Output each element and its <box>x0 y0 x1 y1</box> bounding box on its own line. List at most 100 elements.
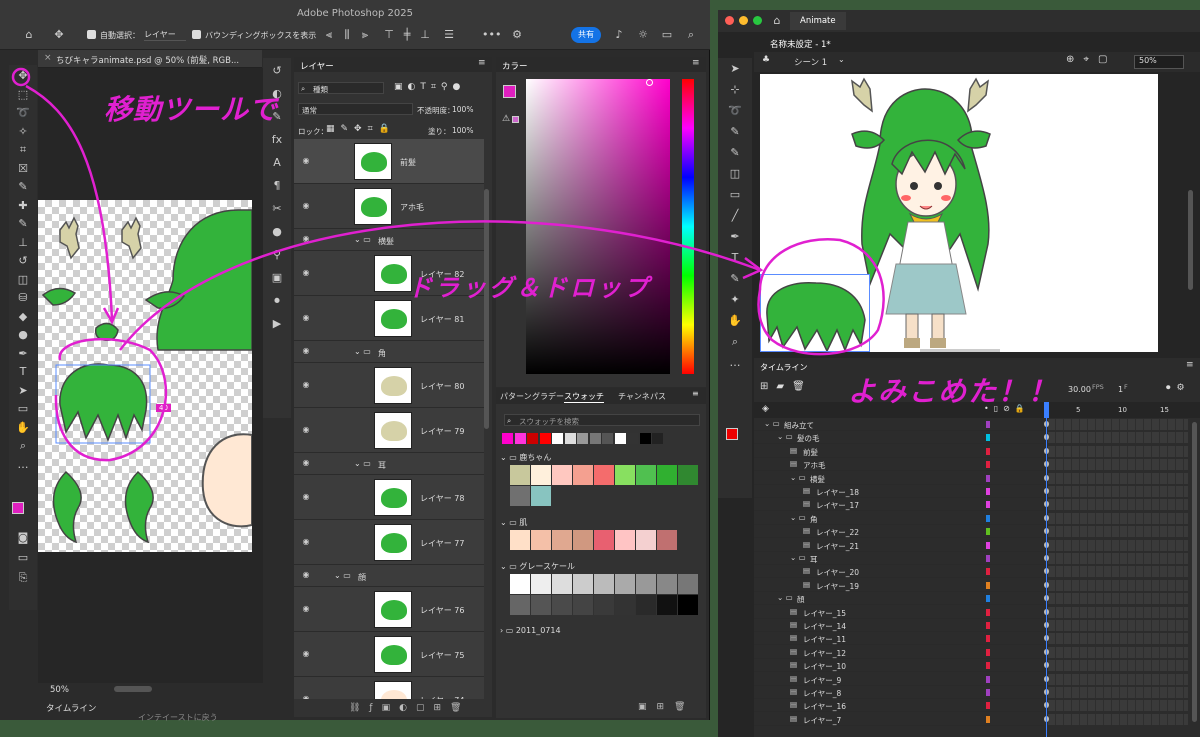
visibility-eye-icon[interactable]: ◉ <box>300 313 312 322</box>
layer-color-marker[interactable] <box>986 555 990 562</box>
layer-color-marker[interactable] <box>986 648 990 656</box>
timeline-layer-row[interactable]: ▤ レイヤー_14 <box>754 619 1188 632</box>
swatch[interactable] <box>510 595 530 615</box>
layer-color-marker[interactable] <box>986 501 990 509</box>
swatch[interactable] <box>678 595 698 615</box>
timeline-icon[interactable]: ⏺ <box>270 294 284 308</box>
layer-color-marker[interactable] <box>986 474 990 482</box>
swatch[interactable] <box>573 574 593 594</box>
frame-cells[interactable] <box>1048 566 1188 578</box>
bucket-icon[interactable]: ⛁ <box>16 291 30 305</box>
layer-color-marker[interactable] <box>986 595 990 603</box>
layer-row[interactable]: ◉ レイヤー 75 <box>294 632 484 677</box>
color-picker-ring[interactable] <box>646 79 653 86</box>
layer-icon[interactable]: ▤ <box>790 714 797 723</box>
ps-document-canvas[interactable]: 40 <box>38 200 252 552</box>
pin-icon[interactable]: ✦ <box>728 293 742 307</box>
swatch-group-header[interactable]: › ▭ 2011_0714 <box>500 626 561 635</box>
quick-mask-icon[interactable]: ◙ <box>16 531 30 545</box>
swatch[interactable] <box>636 530 656 550</box>
visibility-eye-icon[interactable]: ◉ <box>300 537 312 546</box>
layer-color-marker[interactable] <box>986 514 990 522</box>
blend-mode-select[interactable]: 通常 <box>298 103 413 115</box>
folder-icon[interactable]: ⌄ ▭ <box>334 571 351 580</box>
dodge-icon[interactable]: ● <box>16 328 30 342</box>
fps-value[interactable]: 30.00 <box>1068 385 1091 394</box>
layer-color-marker[interactable] <box>986 461 990 469</box>
folder-icon[interactable]: ⌄ ▭ <box>790 513 806 522</box>
swatch[interactable] <box>589 433 601 444</box>
foreground-color[interactable] <box>12 502 24 514</box>
timeline-folder-row[interactable]: ⌄ ▭ 耳 <box>754 552 1188 565</box>
layer-color-marker[interactable] <box>986 447 990 455</box>
tools-icon[interactable]: ✂ <box>270 202 284 216</box>
swatch[interactable] <box>602 433 613 444</box>
bbox-checkbox[interactable] <box>192 30 201 39</box>
chevron-down-icon[interactable]: ⌄ <box>838 55 845 64</box>
hand-icon[interactable]: ✋ <box>728 314 742 328</box>
ps-zoom-label[interactable]: 50% <box>50 685 69 695</box>
timeline-layer-row[interactable]: ▤ レイヤー_12 <box>754 646 1188 659</box>
swatch[interactable] <box>636 595 656 615</box>
stamp-icon[interactable]: ⊥ <box>16 236 30 250</box>
share-button[interactable]: 共有 <box>571 27 601 43</box>
timeline-layer-row[interactable]: ▤ レイヤー_10 <box>754 659 1188 673</box>
scene-label[interactable]: シーン 1 <box>794 56 827 68</box>
lasso-icon[interactable]: ➰ <box>728 104 742 118</box>
layers-footer-icons[interactable]: ⛓ƒ▣◐▢⊞🗑 <box>349 703 470 713</box>
layer-color-marker[interactable] <box>986 635 990 643</box>
folder-icon[interactable]: ⌄ ▭ <box>354 347 371 356</box>
timeline-layer-row[interactable]: ▤ アホ毛 <box>754 458 1188 472</box>
layer-color-marker[interactable] <box>986 715 990 723</box>
swatch[interactable] <box>573 530 593 550</box>
align-center-icon[interactable]: ⫼ <box>340 28 354 42</box>
frame-cells[interactable] <box>1048 713 1188 725</box>
ps-h-scrollbar[interactable] <box>114 686 152 692</box>
swatch[interactable] <box>657 595 677 615</box>
current-frame[interactable]: 1 <box>1118 385 1123 394</box>
swatch[interactable] <box>615 530 635 550</box>
folder-icon[interactable]: ⌄ ▭ <box>790 473 806 482</box>
swatch[interactable] <box>678 574 698 594</box>
imported-bangs-preview[interactable] <box>760 274 870 352</box>
swatch[interactable] <box>594 595 614 615</box>
animate-zoom-select[interactable]: 50% <box>1134 55 1184 69</box>
visibility-eye-icon[interactable]: ◉ <box>300 604 312 613</box>
layer-icon[interactable]: ▤ <box>803 540 810 549</box>
bell-icon[interactable]: ♪ <box>612 28 626 42</box>
layer-filter-icons[interactable]: ▣◐T⌗⚲● <box>394 82 465 92</box>
frame-cells[interactable] <box>1048 472 1188 484</box>
layer-icon[interactable]: ▤ <box>803 580 810 589</box>
swatches-menu-icon[interactable]: ≡ <box>692 389 699 398</box>
layer-color-marker[interactable] <box>986 608 990 616</box>
layer-icon[interactable]: ▤ <box>803 526 810 535</box>
auto-select-dropdown[interactable]: レイヤー <box>144 29 186 41</box>
layer-color-marker[interactable] <box>986 488 990 495</box>
swatches-tab-2[interactable]: スウォッチ <box>564 391 604 403</box>
swatch-group-header[interactable]: ⌄ ▭ グレースケール <box>500 561 575 572</box>
swatch[interactable] <box>594 530 614 550</box>
minimize-window-button[interactable] <box>739 16 748 25</box>
layer-group-row[interactable]: ◉ ⌄ ▭ 耳 <box>294 453 484 475</box>
folder-icon[interactable]: ⌄ ▭ <box>354 459 371 468</box>
screen-mode-icon[interactable]: ▭ <box>16 551 30 565</box>
animate-doc-title[interactable]: 名称未設定 - 1* <box>770 38 831 50</box>
stage-icons[interactable]: ⊕⌖▢ <box>1066 54 1116 65</box>
timeline-layer-row[interactable]: ▤ レイヤー_17 <box>754 498 1188 512</box>
layer-row[interactable]: ◉ レイヤー 76 <box>294 587 484 632</box>
timeline-folder-row[interactable]: ⌄ ▭ 横髪 <box>754 472 1188 485</box>
frame-cells[interactable] <box>1048 579 1188 591</box>
timeline-menu-icon[interactable]: ≡ <box>1186 360 1194 370</box>
frame-cells[interactable] <box>1048 459 1188 471</box>
swatch[interactable] <box>564 433 576 444</box>
layer-color-marker[interactable] <box>986 528 990 536</box>
navigator-icon[interactable]: ● <box>270 225 284 239</box>
pen-icon[interactable]: ✒ <box>728 230 742 244</box>
layer-icon[interactable]: ▤ <box>790 700 797 709</box>
layer-icon[interactable]: ▤ <box>803 499 810 508</box>
fill-input[interactable]: 100% <box>452 126 473 135</box>
folder-icon[interactable]: ⌄ ▭ <box>764 419 780 428</box>
timeline-layer-row[interactable]: ▤ レイヤー_16 <box>754 699 1188 713</box>
swatch[interactable] <box>614 433 626 444</box>
hue-slider[interactable] <box>682 79 694 374</box>
